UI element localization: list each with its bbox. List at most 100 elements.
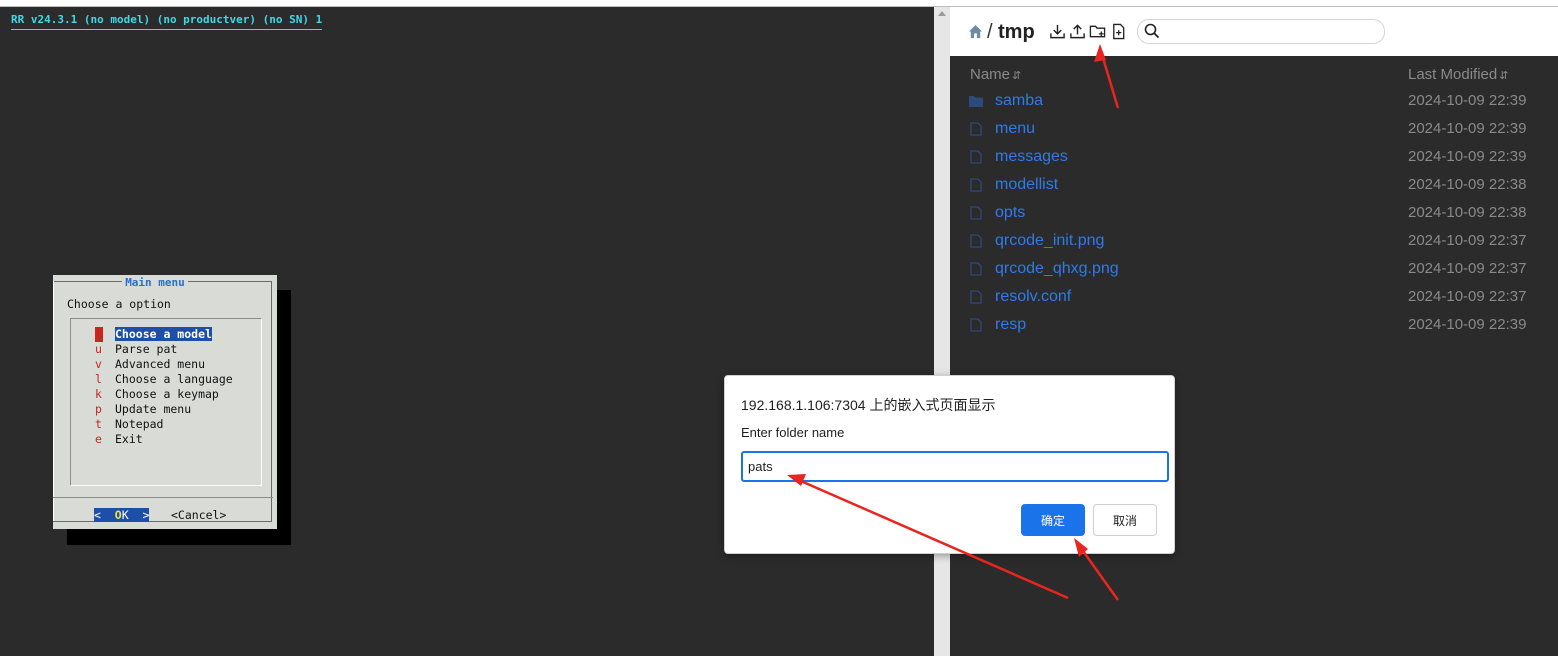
breadcrumb-separator: / — [987, 21, 993, 43]
prompt-title: 192.168.1.106:7304 上的嵌入式页面显示 — [741, 397, 996, 413]
column-header-last-modified[interactable]: Last Modified ⇵ — [1408, 66, 1508, 83]
menu-label: Choose a language — [115, 372, 233, 386]
file-icon — [970, 150, 982, 164]
menu-hotkey: k — [95, 387, 102, 401]
file-icon — [970, 122, 982, 136]
menu-item-notepad[interactable]: t Notepad — [95, 417, 163, 432]
main-menu-dialog: Main menu Choose a option m Choose a mode… — [53, 275, 277, 529]
search-box[interactable] — [1137, 19, 1385, 44]
file-row[interactable]: resolv.conf 2024-10-09 22:37 — [950, 284, 1558, 312]
file-name-link[interactable]: samba — [995, 92, 1043, 110]
prompt-message: Enter folder name — [741, 425, 845, 440]
ok-button-bracket: < — [94, 508, 115, 522]
menu-item-update-menu[interactable]: p Update menu — [95, 402, 191, 417]
file-row[interactable]: opts 2024-10-09 22:38 — [950, 200, 1558, 228]
file-modified-date: 2024-10-09 22:39 — [1408, 92, 1527, 109]
file-modified-date: 2024-10-09 22:39 — [1408, 316, 1527, 333]
file-name-link[interactable]: resp — [995, 316, 1026, 334]
folder-name-prompt-dialog: 192.168.1.106:7304 上的嵌入式页面显示 Enter folde… — [724, 375, 1175, 554]
download-icon[interactable] — [1049, 23, 1066, 40]
file-browser-header: / tmp — [950, 7, 1558, 56]
folder-name-input[interactable] — [741, 451, 1169, 482]
menu-label: Parse pat — [115, 342, 178, 356]
menu-label: Notepad — [115, 417, 164, 431]
file-name-link[interactable]: qrcode_init.png — [995, 232, 1104, 250]
file-row[interactable]: qrcode_init.png 2024-10-09 22:37 — [950, 228, 1558, 256]
dialog-prompt: Choose a option — [67, 297, 171, 311]
breadcrumb-current-dir[interactable]: tmp — [998, 21, 1035, 44]
file-row[interactable]: samba 2024-10-09 22:39 — [950, 88, 1558, 116]
file-name-link[interactable]: qrcode_qhxg.png — [995, 260, 1119, 278]
file-name-link[interactable]: opts — [995, 204, 1025, 222]
search-input[interactable] — [1164, 22, 1378, 41]
file-browser-panel: / tmp Name ⇵ Last Modified ⇵ samba 2024-10-… — [950, 7, 1558, 656]
terminal-header: RR v24.3.1 (no model) (no productver) (n… — [11, 13, 323, 30]
file-modified-date: 2024-10-09 22:38 — [1408, 176, 1527, 193]
file-name-link[interactable]: messages — [995, 148, 1068, 166]
sort-icon: ⇵ — [1499, 70, 1509, 82]
dialog-separator — [53, 497, 273, 498]
upload-icon[interactable] — [1069, 23, 1086, 40]
menu-label: Choose a model — [115, 327, 212, 341]
menu-item-advanced-menu[interactable]: v Advanced menu — [95, 357, 205, 372]
dialog-border — [271, 281, 272, 521]
scroll-up-arrow-icon[interactable] — [938, 11, 946, 16]
menu-item-choose-model[interactable]: m Choose a model — [95, 327, 212, 342]
file-row[interactable]: modellist 2024-10-09 22:38 — [950, 172, 1558, 200]
menu-hotkey: p — [95, 402, 102, 416]
file-icon — [970, 318, 982, 332]
file-icon — [970, 262, 982, 276]
dialog-border — [53, 281, 54, 521]
file-name-link[interactable]: modellist — [995, 176, 1058, 194]
menu-item-choose-keymap[interactable]: k Choose a keymap — [95, 387, 219, 402]
folder-icon — [969, 96, 983, 107]
new-folder-icon[interactable] — [1089, 23, 1106, 40]
menu-list: m Choose a model u Parse pat v Advanced men… — [70, 318, 262, 486]
menu-item-choose-language[interactable]: l Choose a language — [95, 372, 233, 387]
file-row[interactable]: qrcode_qhxg.png 2024-10-09 22:37 — [950, 256, 1558, 284]
file-modified-date: 2024-10-09 22:37 — [1408, 232, 1527, 249]
file-icon — [970, 290, 982, 304]
vertical-scrollbar[interactable] — [934, 7, 950, 656]
menu-label: Update menu — [115, 402, 192, 416]
file-name-link[interactable]: resolv.conf — [995, 288, 1071, 306]
column-header-name[interactable]: Name ⇵ — [970, 66, 1021, 83]
window-top-edge — [0, 0, 1558, 7]
file-modified-date: 2024-10-09 22:39 — [1408, 120, 1527, 137]
menu-label: Choose a keymap — [115, 387, 219, 401]
menu-hotkey: m — [95, 327, 103, 342]
file-icon — [970, 206, 982, 220]
file-modified-date: 2024-10-09 22:38 — [1408, 204, 1527, 221]
menu-hotkey: t — [95, 417, 102, 431]
ok-button-hotkey: O — [114, 508, 122, 522]
confirm-button[interactable]: 确定 — [1021, 504, 1085, 536]
file-modified-date: 2024-10-09 22:39 — [1408, 148, 1527, 165]
menu-hotkey: l — [95, 372, 102, 386]
cancel-button[interactable]: <Cancel> — [171, 508, 226, 522]
file-row[interactable]: messages 2024-10-09 22:39 — [950, 144, 1558, 172]
new-file-icon[interactable] — [1110, 23, 1127, 40]
file-name-link[interactable]: menu — [995, 120, 1035, 138]
menu-label: Advanced menu — [115, 357, 206, 371]
dialog-title: Main menu — [53, 276, 257, 289]
dialog-border — [53, 521, 272, 522]
file-row[interactable]: resp 2024-10-09 22:39 — [950, 312, 1558, 340]
file-modified-date: 2024-10-09 22:37 — [1408, 288, 1527, 305]
home-icon[interactable] — [968, 24, 983, 39]
menu-item-exit[interactable]: e Exit — [95, 432, 143, 447]
cancel-prompt-button[interactable]: 取消 — [1093, 504, 1157, 536]
column-header-modified-label: Last Modified — [1408, 66, 1498, 83]
menu-label: Exit — [115, 432, 143, 446]
menu-hotkey: v — [95, 357, 102, 371]
sort-icon: ⇵ — [1012, 70, 1022, 82]
column-header-name-label: Name — [970, 66, 1011, 83]
file-icon — [970, 178, 982, 192]
menu-item-parse-pat[interactable]: u Parse pat — [95, 342, 177, 357]
dialog-title-text: Main menu — [122, 276, 188, 289]
ok-button[interactable]: < OK > — [94, 508, 150, 522]
search-icon — [1144, 23, 1160, 39]
file-row[interactable]: menu 2024-10-09 22:39 — [950, 116, 1558, 144]
file-modified-date: 2024-10-09 22:37 — [1408, 260, 1527, 277]
ok-button-label: K > — [121, 508, 150, 522]
file-icon — [970, 234, 982, 248]
